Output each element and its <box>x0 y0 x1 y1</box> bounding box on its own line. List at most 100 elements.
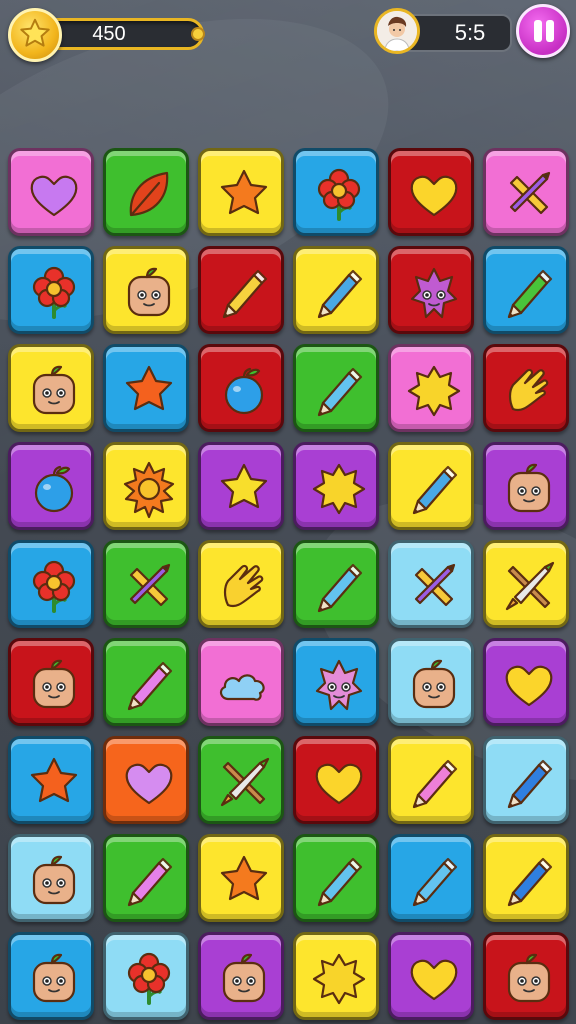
crayon-icon <box>412 465 458 515</box>
tile-crayon[interactable] <box>388 736 474 824</box>
tile-crayon[interactable] <box>483 834 569 922</box>
tile-hand[interactable] <box>483 344 569 432</box>
top-hud: 450 5:5 <box>0 0 576 70</box>
crossed-tools-icon <box>220 757 270 807</box>
score-meter: 450 <box>8 8 208 62</box>
tile-pencil-cross[interactable] <box>388 540 474 628</box>
face-icon <box>412 659 456 709</box>
crayon-icon <box>127 857 173 907</box>
heart-icon <box>410 175 458 217</box>
tile-face[interactable] <box>8 344 94 432</box>
tile-flower[interactable] <box>8 246 94 334</box>
star-icon <box>30 757 78 803</box>
tile-face[interactable] <box>103 246 189 334</box>
hand-icon <box>223 564 264 608</box>
crayon-icon <box>507 857 553 907</box>
flower-icon <box>32 266 76 319</box>
tile-heart[interactable] <box>103 736 189 824</box>
tile-crayon[interactable] <box>198 246 284 334</box>
tile-monster[interactable] <box>388 246 474 334</box>
heart-icon <box>410 959 458 1001</box>
tile-crayon[interactable] <box>103 834 189 922</box>
tile-burst[interactable] <box>293 932 379 1020</box>
tile-heart[interactable] <box>8 148 94 236</box>
crayon-icon <box>412 759 458 809</box>
tile-star[interactable] <box>198 834 284 922</box>
tile-crayon[interactable] <box>388 834 474 922</box>
score-progress-knob <box>191 27 205 41</box>
apple-icon <box>224 367 264 415</box>
flower-icon <box>127 952 171 1005</box>
tile-monster[interactable] <box>293 638 379 726</box>
tile-face[interactable] <box>8 834 94 922</box>
apple-icon <box>34 465 74 513</box>
burst-icon <box>312 953 366 1005</box>
tile-flower[interactable] <box>8 540 94 628</box>
star-icon <box>220 463 268 509</box>
tile-face[interactable] <box>483 932 569 1020</box>
player-avatar-icon[interactable] <box>374 8 420 54</box>
tile-crayon[interactable] <box>293 246 379 334</box>
tile-flower[interactable] <box>293 148 379 236</box>
tile-pencil-cross[interactable] <box>483 148 569 236</box>
pencil-cross-icon <box>414 563 456 607</box>
tile-crayon[interactable] <box>293 344 379 432</box>
pencil-cross-icon <box>129 563 171 607</box>
tile-face[interactable] <box>8 932 94 1020</box>
tile-crossed-tools[interactable] <box>483 540 569 628</box>
heart-icon <box>30 175 78 217</box>
hand-icon <box>508 368 549 412</box>
tile-heart[interactable] <box>483 638 569 726</box>
tile-heart[interactable] <box>388 148 474 236</box>
tile-heart[interactable] <box>293 736 379 824</box>
sun-icon <box>123 461 175 519</box>
tile-pencil-cross[interactable] <box>103 540 189 628</box>
crayon-icon <box>317 857 363 907</box>
tile-hand[interactable] <box>198 540 284 628</box>
tile-crayon[interactable] <box>483 246 569 334</box>
crayon-icon <box>317 563 363 613</box>
face-icon <box>32 659 76 709</box>
crayon-icon <box>507 269 553 319</box>
tile-burst[interactable] <box>293 442 379 530</box>
face-icon <box>222 953 266 1003</box>
tile-face[interactable] <box>198 932 284 1020</box>
tile-leaf[interactable] <box>103 148 189 236</box>
tile-star[interactable] <box>8 736 94 824</box>
face-icon <box>32 855 76 905</box>
tile-burst[interactable] <box>388 344 474 432</box>
heart-icon <box>505 665 553 707</box>
monster-icon <box>410 267 458 319</box>
tile-crayon[interactable] <box>293 540 379 628</box>
flower-icon <box>317 168 361 221</box>
moves-value: 5:5 <box>454 20 486 45</box>
tile-crayon[interactable] <box>293 834 379 922</box>
crayon-icon <box>127 661 173 711</box>
tile-face[interactable] <box>483 442 569 530</box>
tile-face[interactable] <box>388 638 474 726</box>
tile-sun[interactable] <box>103 442 189 530</box>
tile-crayon[interactable] <box>388 442 474 530</box>
tile-flower[interactable] <box>103 932 189 1020</box>
star-icon <box>8 8 62 62</box>
tile-apple[interactable] <box>8 442 94 530</box>
tile-heart[interactable] <box>388 932 474 1020</box>
pause-button[interactable] <box>516 4 570 58</box>
tile-crossed-tools[interactable] <box>198 736 284 824</box>
monster-icon <box>315 659 363 711</box>
game-board <box>8 148 572 1020</box>
crayon-icon <box>222 269 268 319</box>
tile-star[interactable] <box>103 344 189 432</box>
tile-apple[interactable] <box>198 344 284 432</box>
face-icon <box>32 365 76 415</box>
tile-face[interactable] <box>8 638 94 726</box>
tile-cloud[interactable] <box>198 638 284 726</box>
face-icon <box>507 953 551 1003</box>
tile-star[interactable] <box>198 442 284 530</box>
tile-crayon[interactable] <box>103 638 189 726</box>
crayon-icon <box>317 367 363 417</box>
heart-icon <box>315 763 363 805</box>
tile-star[interactable] <box>198 148 284 236</box>
crayon-icon <box>317 269 363 319</box>
tile-crayon[interactable] <box>483 736 569 824</box>
